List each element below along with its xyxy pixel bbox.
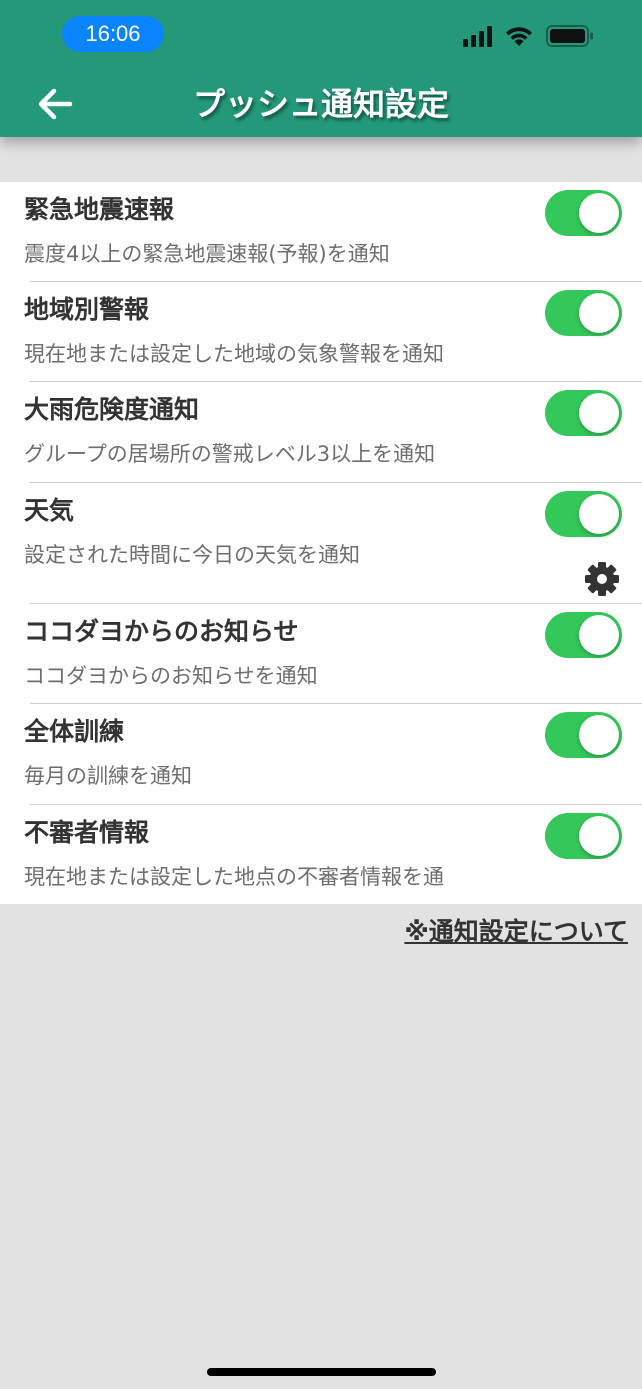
- setting-row-weather: 天気 設定された時間に今日の天気を通知: [0, 483, 642, 604]
- page-title: プッシュ通知設定: [192, 85, 449, 123]
- setting-description: 設定された時間に今日の天気を通知: [24, 543, 360, 567]
- toggle-knob: [579, 293, 619, 333]
- setting-row-heavy-rain: 大雨危険度通知 グループの居場所の警戒レベル3以上を通知: [0, 382, 642, 483]
- setting-description: 現在地または設定した地域の気象警報を通知: [24, 342, 444, 366]
- battery-icon: [546, 25, 593, 47]
- toggle-knob: [579, 816, 619, 856]
- gear-icon[interactable]: [584, 561, 620, 597]
- regional-warnings-toggle[interactable]: [545, 290, 622, 336]
- toggle-knob: [579, 715, 619, 755]
- setting-title: 地域別警報: [24, 295, 150, 324]
- setting-row-suspicious-person: 不審者情報 現在地または設定した地点の不審者情報を通: [0, 805, 642, 904]
- home-indicator[interactable]: [207, 1368, 436, 1376]
- setting-description: 震度4以上の緊急地震速報(予報)を通知: [24, 242, 390, 266]
- toggle-knob: [579, 193, 619, 233]
- cellular-signal-icon: [463, 25, 492, 47]
- setting-row-earthquake: 緊急地震速報 震度4以上の緊急地震速報(予報)を通知: [0, 182, 642, 282]
- setting-title: 不審者情報: [24, 818, 150, 847]
- setting-title: 天気: [24, 496, 75, 525]
- notification-settings-list: 緊急地震速報 震度4以上の緊急地震速報(予報)を通知 地域別警報 現在地または設…: [0, 182, 642, 904]
- setting-description: 毎月の訓練を通知: [24, 764, 192, 788]
- toggle-knob: [579, 393, 619, 433]
- setting-title: ココダヨからのお知らせ: [24, 617, 299, 646]
- heavy-rain-toggle[interactable]: [545, 390, 622, 436]
- setting-row-drill: 全体訓練 毎月の訓練を通知: [0, 704, 642, 805]
- app-header: 16:06 プッシュ通知設定: [0, 0, 642, 137]
- setting-description: 現在地または設定した地点の不審者情報を通: [24, 865, 444, 889]
- status-icons: [463, 22, 594, 50]
- toggle-knob: [579, 494, 619, 534]
- news-toggle[interactable]: [545, 612, 622, 658]
- setting-title: 全体訓練: [24, 717, 125, 746]
- setting-description: グループの居場所の警戒レベル3以上を通知: [24, 442, 436, 466]
- weather-toggle[interactable]: [545, 491, 622, 537]
- earthquake-toggle[interactable]: [545, 190, 622, 236]
- status-time: 16:06: [62, 16, 164, 52]
- suspicious-person-toggle[interactable]: [545, 813, 622, 859]
- setting-title: 緊急地震速報: [24, 195, 175, 224]
- drill-toggle[interactable]: [545, 712, 622, 758]
- setting-description: ココダヨからのお知らせを通知: [24, 664, 318, 688]
- wifi-icon: [506, 27, 532, 46]
- setting-title: 大雨危険度通知: [24, 395, 200, 424]
- screen: 16:06 プッシュ通知設定 緊急地震速報 震度4以上の緊急地震速報(予報)を通…: [0, 0, 642, 1389]
- about-notifications-link[interactable]: ※通知設定について: [404, 912, 628, 948]
- setting-row-regional-warnings: 地域別警報 現在地または設定した地域の気象警報を通知: [0, 282, 642, 382]
- setting-row-news: ココダヨからのお知らせ ココダヨからのお知らせを通知: [0, 604, 642, 704]
- toggle-knob: [579, 615, 619, 655]
